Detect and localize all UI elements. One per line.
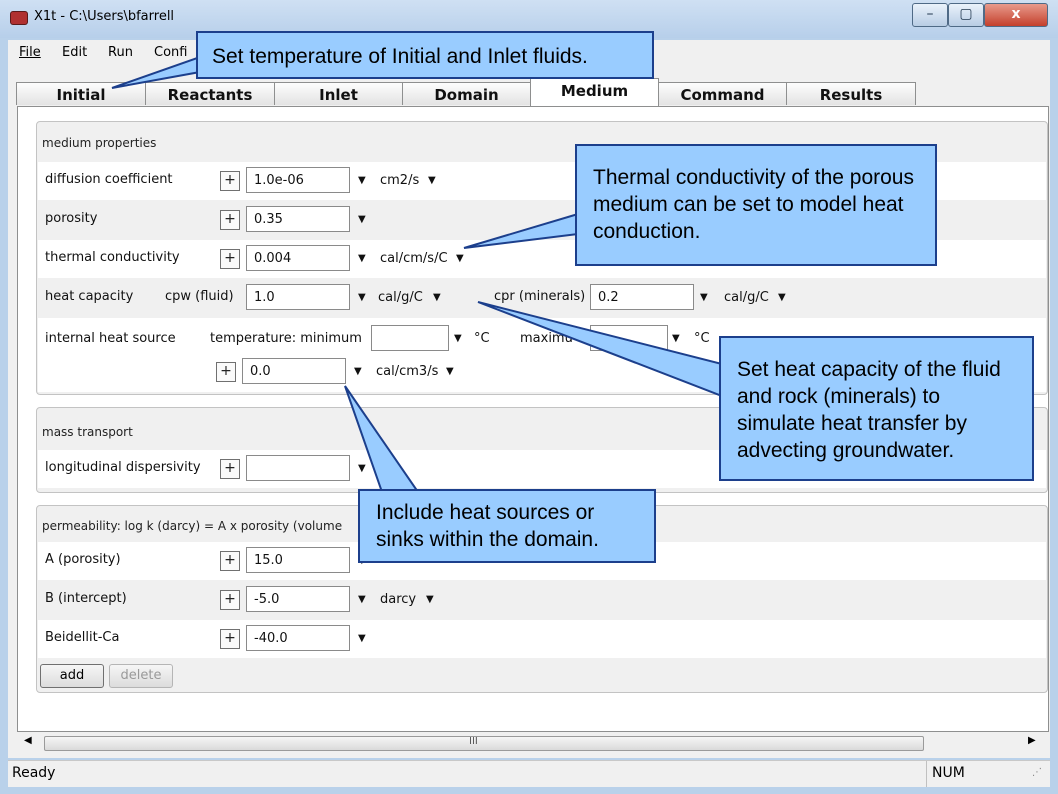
heatsrc-callout: Include heat sources or sinks within the… xyxy=(358,489,656,563)
initial-callout-pointer xyxy=(111,55,201,89)
thermal-callout: Thermal conductivity of the porous mediu… xyxy=(575,144,937,266)
thermal-callout-pointer xyxy=(463,212,579,249)
initial-callout: Set temperature of Initial and Inlet flu… xyxy=(196,31,654,79)
heatcap-callout: Set heat capacity of the fluid and rock … xyxy=(719,336,1034,481)
heatsrc-callout-pointer xyxy=(344,385,420,493)
heatcap-callout-pointer xyxy=(477,301,723,398)
